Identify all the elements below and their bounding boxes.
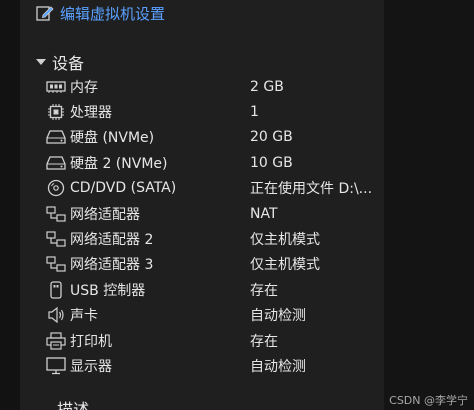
device-name: 硬盘 2 (NVMe) [70, 155, 168, 172]
device-name: CD/DVD (SATA) [70, 180, 177, 197]
device-name: 网络适配器 3 [70, 257, 154, 274]
devices-section-header[interactable]: 设备 [36, 51, 84, 73]
device-row-network-adapter-3[interactable]: 网络适配器 3 仅主机模式 [20, 252, 384, 277]
device-value: 正在使用文件 D:\... [250, 181, 373, 198]
edit-settings-icon [36, 4, 60, 22]
left-border [0, 0, 20, 410]
network-adapter-icon [46, 254, 66, 274]
usb-controller-icon [46, 280, 66, 300]
display-icon [46, 356, 66, 376]
device-row-printer[interactable]: 打印机 存在 [20, 328, 384, 353]
device-value: 自动检测 [250, 308, 306, 325]
device-value: 存在 [250, 282, 278, 299]
network-adapter-icon [46, 229, 66, 249]
device-value: 仅主机模式 [250, 257, 320, 274]
device-value: 1 [250, 104, 259, 121]
hard-disk-icon [46, 153, 66, 173]
device-value: 仅主机模式 [250, 232, 320, 249]
device-row-sound-card[interactable]: 声卡 自动检测 [20, 303, 384, 328]
sound-card-icon [46, 305, 66, 325]
device-value: 2 GB [250, 78, 284, 95]
device-name: USB 控制器 [70, 282, 146, 299]
network-adapter-icon [46, 204, 66, 224]
caret-down-icon [36, 59, 46, 65]
device-value: 存在 [250, 333, 278, 350]
device-value: NAT [250, 205, 278, 222]
device-row-hard-disk-2[interactable]: 硬盘 2 (NVMe) 10 GB [20, 150, 384, 175]
edit-vm-settings-label: 编辑虚拟机设置 [60, 4, 166, 23]
device-name: 硬盘 (NVMe) [70, 130, 155, 147]
device-row-display[interactable]: 显示器 自动检测 [20, 353, 384, 378]
device-row-network-adapter-2[interactable]: 网络适配器 2 仅主机模式 [20, 226, 384, 251]
edit-vm-settings-link[interactable]: 编辑虚拟机设置 [36, 2, 165, 24]
watermark: CSDN @李学宁 [389, 394, 468, 407]
device-row-hard-disk[interactable]: 硬盘 (NVMe) 20 GB [20, 125, 384, 150]
device-name: 显示器 [70, 358, 112, 375]
cd-dvd-icon [46, 178, 66, 198]
description-section-header[interactable]: 描述 [36, 400, 89, 410]
device-name: 网络适配器 [70, 206, 140, 223]
device-name: 处理器 [70, 105, 112, 122]
device-value: 自动检测 [250, 358, 306, 375]
device-list: 内存 2 GB 处理器 1 硬盘 (NVMe) 20 GB 硬盘 2 (NVMe… [20, 74, 384, 379]
hard-disk-icon [46, 127, 66, 147]
devices-section-title: 设备 [52, 54, 85, 73]
device-row-cd-dvd[interactable]: CD/DVD (SATA) 正在使用文件 D:\... [20, 176, 384, 201]
description-section-title: 描述 [57, 400, 90, 410]
right-side-area [384, 0, 474, 410]
device-name: 网络适配器 2 [70, 232, 154, 249]
device-name: 打印机 [70, 333, 112, 350]
device-row-memory[interactable]: 内存 2 GB [20, 74, 384, 99]
device-row-processor[interactable]: 处理器 1 [20, 99, 384, 124]
device-value: 20 GB [250, 129, 293, 146]
printer-icon [46, 331, 66, 351]
vm-settings-page: 编辑虚拟机设置 设备 内存 2 GB 处理器 1 硬盘 (NVMe) 20 GB… [0, 0, 474, 410]
device-name: 声卡 [70, 308, 98, 325]
memory-icon [46, 77, 66, 97]
processor-icon [46, 102, 66, 122]
device-row-network-adapter[interactable]: 网络适配器 NAT [20, 201, 384, 226]
device-row-usb-controller[interactable]: USB 控制器 存在 [20, 277, 384, 302]
device-value: 10 GB [250, 154, 293, 171]
device-name: 内存 [70, 79, 98, 96]
